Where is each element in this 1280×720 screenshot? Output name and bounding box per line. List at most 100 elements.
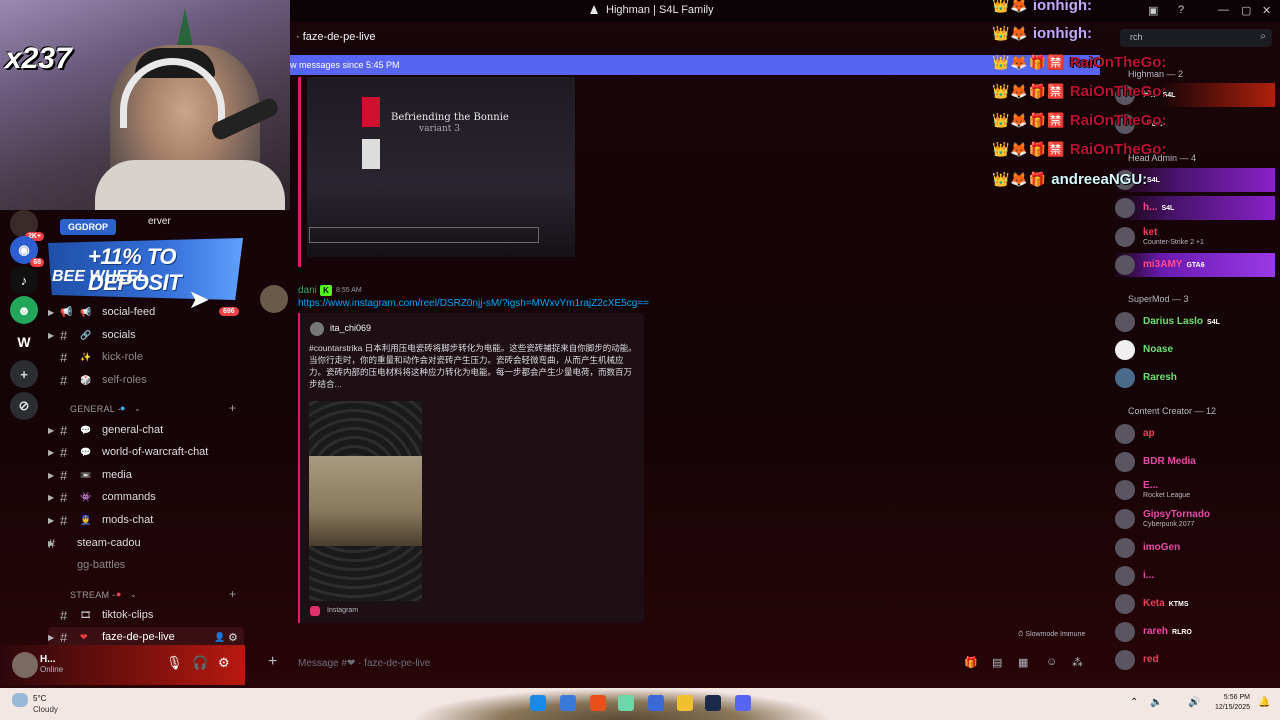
member-item[interactable]: i...: [1113, 564, 1275, 588]
kick-badge: K: [320, 285, 332, 296]
microphone-icon[interactable]: 🎙: [166, 655, 183, 671]
channel-emoji: 🎲: [80, 374, 92, 385]
embed-thumbnail[interactable]: [309, 401, 422, 601]
channel-commands[interactable]: ▶ # 👾 commands: [48, 487, 244, 507]
w-server-icon[interactable]: W: [10, 328, 38, 356]
member-item[interactable]: Noase: [1113, 338, 1275, 362]
channel-socials[interactable]: ▶ # 🔗 socials: [48, 325, 244, 345]
brave-icon[interactable]: [590, 695, 606, 711]
steam-icon[interactable]: [705, 695, 721, 711]
member-tag: GTA6: [1186, 262, 1205, 269]
new-messages-bar[interactable]: w messages since 5:45 PM: [290, 55, 1100, 75]
member-item[interactable]: GipsyTornado Cyberpunk 2077: [1113, 507, 1275, 531]
settings-gear-icon[interactable]: ⚙: [218, 655, 230, 671]
app-icon[interactable]: [648, 695, 664, 711]
discover-icon[interactable]: ⊘: [10, 392, 38, 420]
category-general[interactable]: GENERAL - ● ⌄ +: [48, 401, 244, 418]
sticker-icon[interactable]: ▦: [1018, 656, 1028, 669]
member-item[interactable]: imoGen: [1113, 536, 1275, 560]
emoji-icon[interactable]: ☺: [1046, 656, 1057, 668]
avatar: [1115, 312, 1135, 332]
volume-icon[interactable]: 🔊: [1188, 697, 1200, 708]
message-author[interactable]: dani: [298, 285, 317, 296]
member-item[interactable]: h... S4L: [1113, 196, 1275, 220]
chevron-up-icon[interactable]: ⌃: [1130, 697, 1138, 708]
start-icon[interactable]: [530, 695, 546, 711]
message-placeholder: Message #❤ · faze-de-pe-live: [298, 658, 431, 669]
member-item[interactable]: Keta KTMS: [1113, 592, 1275, 616]
maximize-button[interactable]: ▢: [1241, 4, 1251, 17]
server-icon-2[interactable]: ◉ 68: [10, 236, 44, 267]
member-item[interactable]: ap: [1113, 422, 1275, 446]
notification-icon[interactable]: 🔔: [1258, 697, 1270, 708]
app-icon[interactable]: [618, 695, 634, 711]
embed-footer: Instagram: [327, 607, 359, 614]
channel-mods-chat[interactable]: ▶ # 👮 mods-chat: [48, 510, 244, 530]
server-icon-1[interactable]: 2K+: [10, 210, 44, 241]
audio-icon[interactable]: 🔈: [1150, 697, 1162, 708]
member-item[interactable]: Darius Laslo S4L: [1113, 310, 1275, 334]
member-name: Noase: [1143, 344, 1174, 355]
add-channel-icon[interactable]: +: [229, 587, 236, 601]
channel-faze-de-pe-live[interactable]: ▶ # ❤ faze-de-pe-live 👤 ⚙: [48, 627, 244, 647]
add-channel-icon[interactable]: +: [229, 401, 236, 415]
channel-media[interactable]: ▶ # 📼 media: [48, 465, 244, 485]
channel-steam-cadou[interactable]: ▶ # steam-cadou: [48, 533, 244, 553]
message-link[interactable]: https://www.instagram.com/reel/DSRZ0njj-…: [298, 298, 649, 309]
stream-chat-line: 👑🦊🎁🈲 RaiOnTheGo:: [992, 138, 1166, 160]
member-item[interactable]: E... Rocket League: [1113, 478, 1275, 502]
channel-kick-role[interactable]: # ✨ kick-role: [48, 347, 244, 367]
member-name-text: h...: [1143, 202, 1158, 213]
member-name-text: Keta: [1143, 598, 1165, 609]
channel-world-of-warcraft-chat[interactable]: ▶ # 💬 world-of-warcraft-chat: [48, 442, 244, 462]
avatar: [1115, 255, 1135, 275]
help-icon[interactable]: ?: [1178, 4, 1184, 16]
member-item[interactable]: Raresh: [1113, 366, 1275, 390]
member-item[interactable]: BDR Media: [1113, 450, 1275, 474]
member-name: Raresh: [1143, 372, 1177, 383]
video-embed[interactable]: Befriending the Bonnie variant 3: [307, 77, 575, 257]
cloud-icon[interactable]: [12, 693, 28, 707]
task-view-icon[interactable]: [560, 695, 576, 711]
embed-author[interactable]: ita_chi069: [330, 323, 371, 333]
chat-username: ionhigh:: [1032, 24, 1093, 42]
kick-server-icon[interactable]: ☻: [10, 296, 38, 324]
gear-icon[interactable]: ⚙: [228, 631, 238, 644]
avatar[interactable]: [12, 652, 38, 678]
member-item[interactable]: red: [1113, 648, 1275, 672]
search-input[interactable]: rch ⌕: [1120, 29, 1272, 47]
hash-icon: #: [60, 489, 68, 505]
headphones-icon[interactable]: 🎧: [192, 655, 208, 671]
chevron-down-icon: ⌄: [134, 404, 141, 413]
apps-icon[interactable]: ⁂: [1072, 656, 1083, 669]
search-placeholder: rch: [1130, 32, 1143, 42]
tiktok-icon[interactable]: ♪: [10, 266, 38, 294]
channel-gg-battles[interactable]: gg-battles: [48, 555, 244, 575]
add-attachment-icon[interactable]: +: [268, 653, 277, 671]
member-item[interactable]: ket Counter-Strike 2 +1: [1113, 225, 1275, 249]
gift-icon[interactable]: 🎁: [964, 656, 978, 669]
channel-tiktok-clips[interactable]: # 🎞 tiktok-clips: [48, 605, 244, 625]
folder-icon[interactable]: [677, 695, 693, 711]
close-button[interactable]: ✕: [1262, 4, 1271, 17]
member-activity: Cyberpunk 2077: [1143, 521, 1195, 528]
channel-self-roles[interactable]: # 🎲 self-roles: [48, 370, 244, 390]
avatar[interactable]: [260, 285, 288, 313]
channel-social-feed[interactable]: ▶ 📢 📢 social-feed: [48, 302, 244, 322]
clock-time[interactable]: 5:56 PM: [1210, 694, 1250, 701]
discord-icon[interactable]: [735, 695, 751, 711]
channel-emoji: 🔗: [80, 329, 92, 340]
inbox-icon[interactable]: ▣: [1148, 4, 1158, 17]
channel-emoji: 📢: [80, 306, 92, 317]
channel-name: kick-role: [102, 351, 143, 363]
gif-icon[interactable]: ▤: [992, 656, 1002, 669]
category-stream[interactable]: STREAM - ● ⌄ +: [48, 587, 244, 604]
channel-general-chat[interactable]: ▶ # 💬 general-chat: [48, 420, 244, 440]
add-server-icon[interactable]: +: [10, 360, 38, 388]
clock-date[interactable]: 12/15/2025: [1210, 704, 1250, 711]
minimize-button[interactable]: —: [1218, 4, 1229, 16]
invite-icon[interactable]: 👤: [214, 632, 225, 643]
member-item[interactable]: mi3AMY GTA6: [1113, 253, 1275, 277]
member-item[interactable]: rareh RLRO: [1113, 620, 1275, 644]
message-input[interactable]: + Message #❤ · faze-de-pe-live 🎁 ▤ ▦ ☺ ⁂: [258, 648, 1100, 678]
